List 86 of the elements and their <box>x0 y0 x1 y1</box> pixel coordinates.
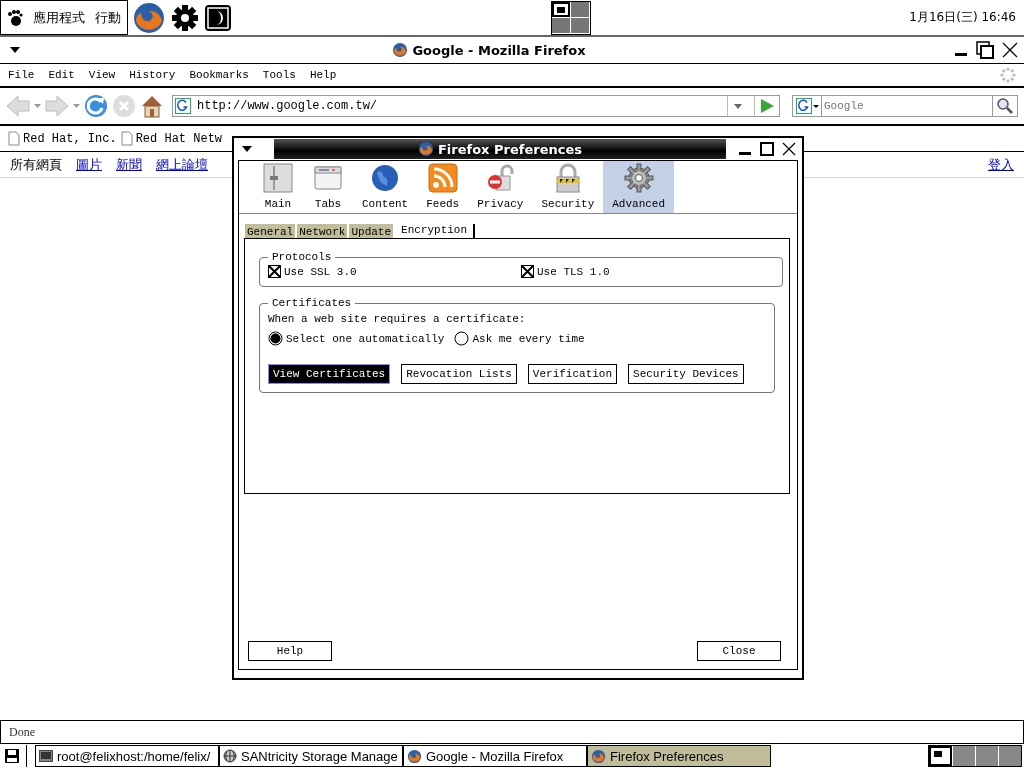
bookmark-item[interactable]: Red Hat, Inc. <box>8 131 117 146</box>
menu-item[interactable]: File <box>8 69 35 81</box>
preference-pane-button[interactable]: Advanced <box>603 161 675 213</box>
dialog-button[interactable]: Close <box>697 641 781 661</box>
address-field[interactable]: http://www.google.com.tw/ <box>172 95 780 117</box>
address-text: http://www.google.com.tw/ <box>197 99 378 113</box>
group-title: Certificates <box>271 297 353 309</box>
preference-pane-button[interactable]: Privacy <box>468 161 533 213</box>
workspace-switcher[interactable] <box>550 0 591 35</box>
close-icon[interactable] <box>1002 42 1018 58</box>
checkbox[interactable] <box>268 265 281 278</box>
panel-menu[interactable]: 行動 <box>95 8 121 27</box>
dialog-button[interactable]: Help <box>248 641 332 661</box>
panel-menu[interactable]: 應用程式 <box>33 8 85 27</box>
search-engine-icon[interactable] <box>792 95 822 117</box>
home-icon[interactable] <box>140 94 164 118</box>
page-icon <box>120 131 133 146</box>
google-nav-link[interactable]: 圖片 <box>76 155 102 174</box>
certificate-button[interactable]: View Certificates <box>268 364 391 384</box>
status-text: Done <box>9 724 35 740</box>
foot-icon <box>7 8 23 27</box>
bookmark-item[interactable]: Red Hat Netw <box>120 131 223 146</box>
menu-item[interactable]: View <box>88 69 116 81</box>
gear-icon[interactable] <box>170 2 200 33</box>
radio-button[interactable] <box>454 331 470 346</box>
window-title: Google - Mozilla Firefox <box>412 42 586 58</box>
menu-item[interactable]: Edit <box>48 69 75 81</box>
certificate-button[interactable]: Revocation Lists <box>401 364 517 384</box>
dialog-title-bar: Firefox Preferences <box>274 139 726 159</box>
menu-item[interactable]: History <box>129 69 176 81</box>
globe-icon <box>223 749 237 763</box>
tab[interactable]: Update <box>349 224 394 238</box>
sliders-icon <box>262 162 294 194</box>
radio-label[interactable]: Ask me every time <box>472 332 585 345</box>
window-menu-icon[interactable] <box>10 47 20 53</box>
reload-icon[interactable] <box>84 94 108 118</box>
prompt-text: When a web site requires a certificate: <box>268 313 527 325</box>
show-desktop-icon[interactable] <box>4 748 20 764</box>
taskbar-button[interactable]: Firefox Preferences <box>587 745 771 767</box>
sign-in-link[interactable]: 登入 <box>988 155 1014 174</box>
checkbox-label[interactable]: Use SSL 3.0 <box>284 265 357 278</box>
tab[interactable]: General <box>245 224 296 238</box>
caret-icon[interactable] <box>34 104 41 108</box>
google-nav-label: 所有網頁 <box>10 155 62 174</box>
window-menu-icon[interactable] <box>242 146 252 152</box>
radio-button[interactable] <box>268 331 283 346</box>
checkbox[interactable] <box>521 265 534 278</box>
firefox-icon <box>392 42 409 58</box>
gear-icon <box>622 162 655 194</box>
applications-menu[interactable]: 應用程式 行動 <box>0 0 128 35</box>
google-nav-link[interactable]: 新聞 <box>116 155 142 174</box>
clock[interactable]: 1月16日(三) 16:46 <box>909 9 1016 26</box>
preference-pane-button[interactable]: Security <box>532 161 604 213</box>
certificate-button[interactable]: Security Devices <box>628 364 744 384</box>
caret-icon[interactable] <box>73 104 80 108</box>
preference-pane-button[interactable]: Content <box>353 161 418 213</box>
terminal-icon <box>39 750 53 762</box>
page-icon <box>8 131 20 146</box>
search-icon[interactable] <box>992 95 1018 117</box>
throbber-icon <box>1000 67 1016 83</box>
radio-label[interactable]: Select one automatically <box>286 332 445 345</box>
firefox-icon <box>591 748 606 764</box>
checkbox-label[interactable]: Use TLS 1.0 <box>537 265 610 278</box>
maximize-icon[interactable] <box>760 142 774 156</box>
certificate-button[interactable]: Verification <box>527 364 618 384</box>
preference-pane-button[interactable]: Feeds <box>417 161 469 213</box>
group-title: Protocols <box>271 251 333 263</box>
menu-item[interactable]: Tools <box>262 69 296 81</box>
tab[interactable]: Network <box>297 224 348 238</box>
feed-icon <box>426 162 459 194</box>
search-field[interactable]: Google <box>822 95 992 117</box>
taskbar-button[interactable]: root@felixhost:/home/felix/ <box>35 745 219 767</box>
restore-icon[interactable] <box>976 41 994 59</box>
firefox-icon[interactable] <box>132 0 166 35</box>
taskbar-button[interactable]: Google - Mozilla Firefox <box>403 745 587 767</box>
preference-pane-button[interactable]: Main <box>253 161 303 213</box>
firefox-icon <box>407 748 422 764</box>
close-icon[interactable] <box>782 142 796 156</box>
google-nav-link[interactable]: 網上論壇 <box>156 155 208 174</box>
preference-pane-button[interactable]: Tabs <box>303 161 353 213</box>
google-icon <box>175 98 191 114</box>
moon-icon[interactable] <box>204 3 232 32</box>
taskbar-button[interactable]: SANtricity Storage Manage <box>219 745 403 767</box>
workspace-switcher[interactable] <box>928 745 1022 767</box>
menu-item[interactable]: Help <box>309 69 337 81</box>
menu-item[interactable]: Bookmarks <box>189 69 249 81</box>
